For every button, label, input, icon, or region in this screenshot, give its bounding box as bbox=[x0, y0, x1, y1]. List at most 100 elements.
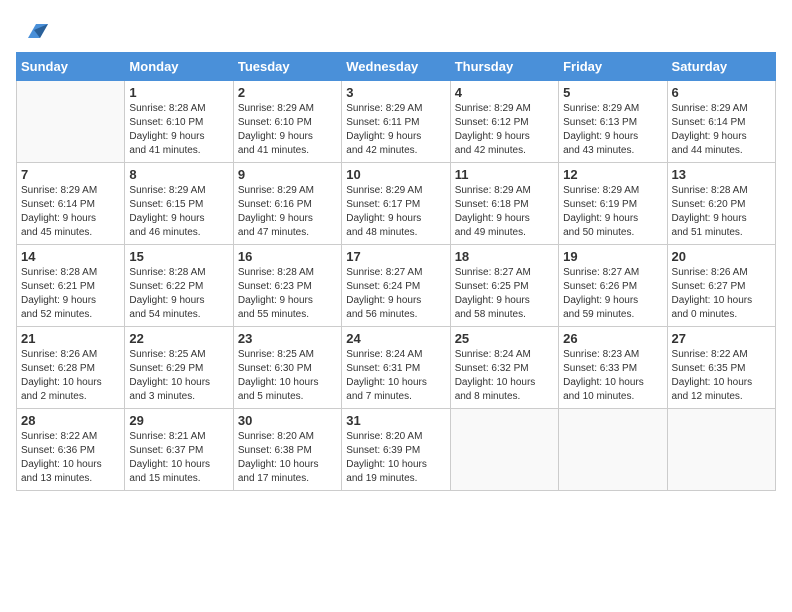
calendar-cell: 10Sunrise: 8:29 AMSunset: 6:17 PMDayligh… bbox=[342, 163, 450, 245]
day-header-saturday: Saturday bbox=[667, 53, 775, 81]
calendar-cell: 25 Sunrise: 8:24 AMSunset: 6:32 PMDayligh… bbox=[450, 327, 558, 409]
day-info: Sunrise: 8:29 AMSunset: 6:14 PMDaylight:… bbox=[21, 184, 120, 240]
day-number: 21 bbox=[21, 331, 120, 346]
day-number: 16 bbox=[238, 249, 337, 264]
calendar-cell: 22 Sunrise: 8:25 AMSunset: 6:29 PMDayligh… bbox=[125, 327, 233, 409]
calendar-cell: 3 Sunrise: 8:29 AMSunset: 6:11 PMDaylight… bbox=[342, 81, 450, 163]
calendar-week-5: 28Sunrise: 8:22 AMSunset: 6:36 PMDayligh… bbox=[17, 409, 776, 491]
day-info: Sunrise: 8:21 AMSunset: 6:37 PMDaylight:… bbox=[129, 430, 228, 486]
calendar-cell bbox=[667, 409, 775, 491]
day-header-sunday: Sunday bbox=[17, 53, 125, 81]
day-info: Sunrise: 8:28 AMSunset: 6:10 PMDaylight:… bbox=[129, 102, 228, 158]
day-number: 1 bbox=[129, 85, 228, 100]
calendar-cell bbox=[559, 409, 667, 491]
day-number: 28 bbox=[21, 413, 120, 428]
day-number: 8 bbox=[129, 167, 228, 182]
day-number: 22 bbox=[129, 331, 228, 346]
calendar-cell bbox=[450, 409, 558, 491]
calendar-cell bbox=[17, 81, 125, 163]
logo bbox=[16, 16, 48, 44]
page-header bbox=[16, 16, 776, 44]
calendar-cell: 20Sunrise: 8:26 AMSunset: 6:27 PMDayligh… bbox=[667, 245, 775, 327]
calendar-cell: 19 Sunrise: 8:27 AMSunset: 6:26 PMDayligh… bbox=[559, 245, 667, 327]
day-number: 19 bbox=[563, 249, 662, 264]
day-info: Sunrise: 8:20 AMSunset: 6:38 PMDaylight:… bbox=[238, 430, 337, 486]
calendar-week-2: 7 Sunrise: 8:29 AMSunset: 6:14 PMDaylight… bbox=[17, 163, 776, 245]
day-info: Sunrise: 8:29 AMSunset: 6:11 PMDaylight:… bbox=[346, 102, 445, 158]
day-number: 18 bbox=[455, 249, 554, 264]
calendar-cell: 21 Sunrise: 8:26 AMSunset: 6:28 PMDayligh… bbox=[17, 327, 125, 409]
day-info: Sunrise: 8:29 AMSunset: 6:19 PMDaylight:… bbox=[563, 184, 662, 240]
day-number: 7 bbox=[21, 167, 120, 182]
day-number: 17 bbox=[346, 249, 445, 264]
day-info: Sunrise: 8:27 AMSunset: 6:26 PMDaylight:… bbox=[563, 266, 662, 322]
calendar-cell: 13 Sunrise: 8:28 AMSunset: 6:20 PMDayligh… bbox=[667, 163, 775, 245]
day-info: Sunrise: 8:26 AMSunset: 6:28 PMDaylight:… bbox=[21, 348, 120, 404]
day-number: 14 bbox=[21, 249, 120, 264]
day-number: 4 bbox=[455, 85, 554, 100]
calendar-cell: 9 Sunrise: 8:29 AMSunset: 6:16 PMDaylight… bbox=[233, 163, 341, 245]
header-row: SundayMondayTuesdayWednesdayThursdayFrid… bbox=[17, 53, 776, 81]
calendar-cell: 11 Sunrise: 8:29 AMSunset: 6:18 PMDayligh… bbox=[450, 163, 558, 245]
day-info: Sunrise: 8:25 AMSunset: 6:30 PMDaylight:… bbox=[238, 348, 337, 404]
day-header-monday: Monday bbox=[125, 53, 233, 81]
day-info: Sunrise: 8:29 AMSunset: 6:18 PMDaylight:… bbox=[455, 184, 554, 240]
calendar-week-1: 1 Sunrise: 8:28 AMSunset: 6:10 PMDaylight… bbox=[17, 81, 776, 163]
day-number: 27 bbox=[672, 331, 771, 346]
day-number: 30 bbox=[238, 413, 337, 428]
calendar-cell: 14 Sunrise: 8:28 AMSunset: 6:21 PMDayligh… bbox=[17, 245, 125, 327]
day-header-thursday: Thursday bbox=[450, 53, 558, 81]
day-info: Sunrise: 8:29 AMSunset: 6:13 PMDaylight:… bbox=[563, 102, 662, 158]
day-number: 23 bbox=[238, 331, 337, 346]
calendar-cell: 24 Sunrise: 8:24 AMSunset: 6:31 PMDayligh… bbox=[342, 327, 450, 409]
day-info: Sunrise: 8:28 AMSunset: 6:21 PMDaylight:… bbox=[21, 266, 120, 322]
day-info: Sunrise: 8:24 AMSunset: 6:31 PMDaylight:… bbox=[346, 348, 445, 404]
day-info: Sunrise: 8:29 AMSunset: 6:17 PMDaylight:… bbox=[346, 184, 445, 240]
day-number: 26 bbox=[563, 331, 662, 346]
calendar-cell: 29 Sunrise: 8:21 AMSunset: 6:37 PMDayligh… bbox=[125, 409, 233, 491]
day-number: 24 bbox=[346, 331, 445, 346]
day-info: Sunrise: 8:23 AMSunset: 6:33 PMDaylight:… bbox=[563, 348, 662, 404]
calendar-cell: 7 Sunrise: 8:29 AMSunset: 6:14 PMDaylight… bbox=[17, 163, 125, 245]
day-info: Sunrise: 8:22 AMSunset: 6:35 PMDaylight:… bbox=[672, 348, 771, 404]
day-number: 25 bbox=[455, 331, 554, 346]
day-info: Sunrise: 8:20 AMSunset: 6:39 PMDaylight:… bbox=[346, 430, 445, 486]
calendar-cell: 6 Sunrise: 8:29 AMSunset: 6:14 PMDaylight… bbox=[667, 81, 775, 163]
calendar-table: SundayMondayTuesdayWednesdayThursdayFrid… bbox=[16, 52, 776, 491]
day-number: 12 bbox=[563, 167, 662, 182]
day-info: Sunrise: 8:25 AMSunset: 6:29 PMDaylight:… bbox=[129, 348, 228, 404]
day-number: 5 bbox=[563, 85, 662, 100]
logo-icon bbox=[20, 16, 48, 44]
calendar-cell: 18 Sunrise: 8:27 AMSunset: 6:25 PMDayligh… bbox=[450, 245, 558, 327]
calendar-cell: 2Sunrise: 8:29 AMSunset: 6:10 PMDaylight… bbox=[233, 81, 341, 163]
day-header-wednesday: Wednesday bbox=[342, 53, 450, 81]
day-number: 6 bbox=[672, 85, 771, 100]
day-info: Sunrise: 8:29 AMSunset: 6:14 PMDaylight:… bbox=[672, 102, 771, 158]
day-header-friday: Friday bbox=[559, 53, 667, 81]
day-number: 15 bbox=[129, 249, 228, 264]
day-info: Sunrise: 8:28 AMSunset: 6:22 PMDaylight:… bbox=[129, 266, 228, 322]
day-info: Sunrise: 8:28 AMSunset: 6:20 PMDaylight:… bbox=[672, 184, 771, 240]
day-number: 29 bbox=[129, 413, 228, 428]
day-info: Sunrise: 8:27 AMSunset: 6:24 PMDaylight:… bbox=[346, 266, 445, 322]
day-info: Sunrise: 8:29 AMSunset: 6:12 PMDaylight:… bbox=[455, 102, 554, 158]
day-info: Sunrise: 8:29 AMSunset: 6:15 PMDaylight:… bbox=[129, 184, 228, 240]
day-number: 11 bbox=[455, 167, 554, 182]
day-number: 31 bbox=[346, 413, 445, 428]
day-info: Sunrise: 8:29 AMSunset: 6:16 PMDaylight:… bbox=[238, 184, 337, 240]
day-number: 20 bbox=[672, 249, 771, 264]
calendar-header: SundayMondayTuesdayWednesdayThursdayFrid… bbox=[17, 53, 776, 81]
calendar-cell: 5 Sunrise: 8:29 AMSunset: 6:13 PMDaylight… bbox=[559, 81, 667, 163]
day-number: 13 bbox=[672, 167, 771, 182]
calendar-cell: 23 Sunrise: 8:25 AMSunset: 6:30 PMDayligh… bbox=[233, 327, 341, 409]
calendar-cell: 17 Sunrise: 8:27 AMSunset: 6:24 PMDayligh… bbox=[342, 245, 450, 327]
day-number: 3 bbox=[346, 85, 445, 100]
calendar-cell: 16Sunrise: 8:28 AMSunset: 6:23 PMDayligh… bbox=[233, 245, 341, 327]
day-info: Sunrise: 8:24 AMSunset: 6:32 PMDaylight:… bbox=[455, 348, 554, 404]
day-number: 9 bbox=[238, 167, 337, 182]
day-number: 2 bbox=[238, 85, 337, 100]
day-info: Sunrise: 8:27 AMSunset: 6:25 PMDaylight:… bbox=[455, 266, 554, 322]
calendar-cell: 28Sunrise: 8:22 AMSunset: 6:36 PMDayligh… bbox=[17, 409, 125, 491]
calendar-cell: 4 Sunrise: 8:29 AMSunset: 6:12 PMDaylight… bbox=[450, 81, 558, 163]
day-header-tuesday: Tuesday bbox=[233, 53, 341, 81]
